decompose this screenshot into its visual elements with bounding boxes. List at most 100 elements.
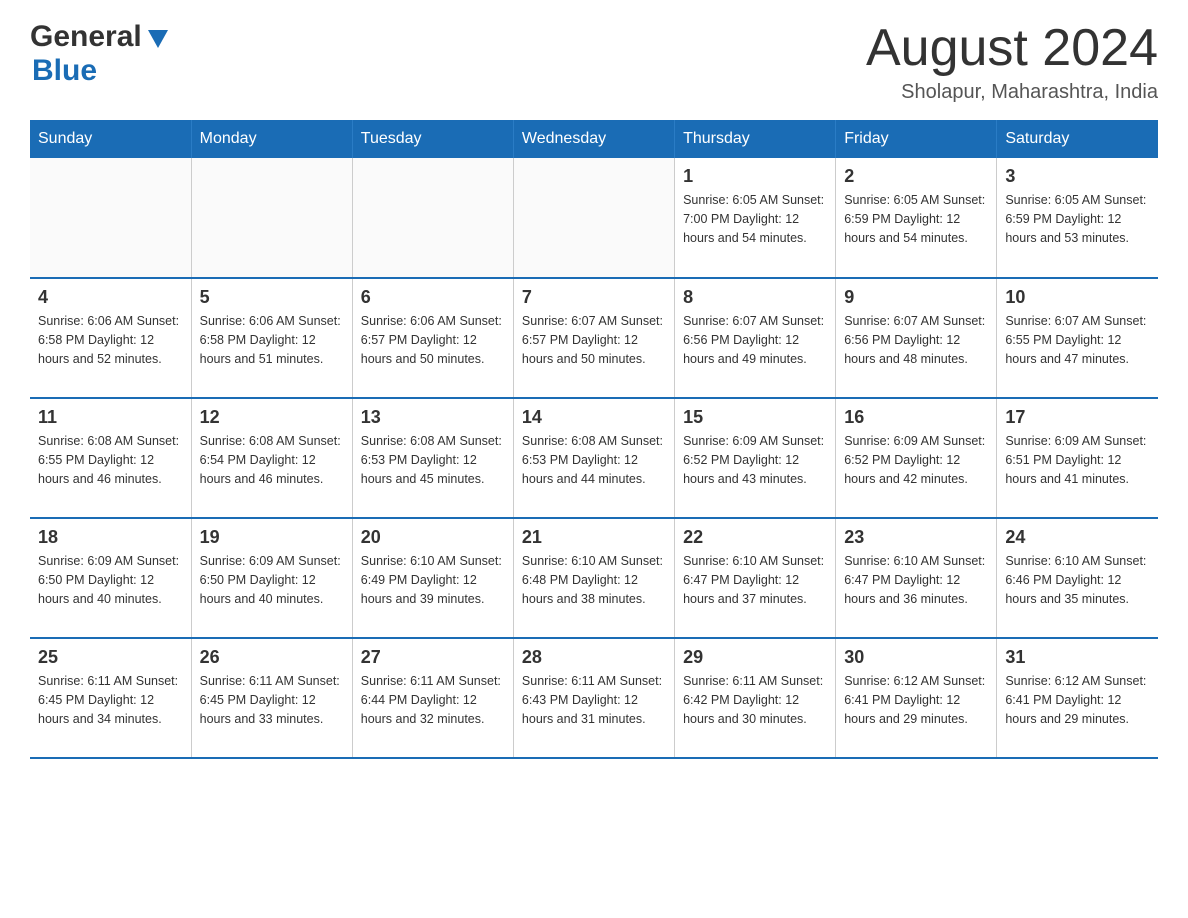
day-info: Sunrise: 6:05 AM Sunset: 6:59 PM Dayligh… [844, 191, 988, 247]
calendar-cell: 5 Sunrise: 6:06 AM Sunset: 6:58 PM Daylig… [191, 278, 352, 398]
header-tuesday: Tuesday [352, 120, 513, 158]
header-wednesday: Wednesday [513, 120, 674, 158]
calendar-header-row: SundayMondayTuesdayWednesdayThursdayFrid… [30, 120, 1158, 158]
day-number: 21 [522, 527, 666, 548]
day-number: 7 [522, 287, 666, 308]
day-info: Sunrise: 6:10 AM Sunset: 6:49 PM Dayligh… [361, 552, 505, 608]
day-info: Sunrise: 6:11 AM Sunset: 6:45 PM Dayligh… [38, 672, 183, 728]
calendar-cell: 9 Sunrise: 6:07 AM Sunset: 6:56 PM Daylig… [836, 278, 997, 398]
calendar-cell: 15 Sunrise: 6:09 AM Sunset: 6:52 PM Dayli… [675, 398, 836, 518]
logo-blue-text: Blue [32, 54, 97, 87]
calendar-cell: 20 Sunrise: 6:10 AM Sunset: 6:49 PM Dayli… [352, 518, 513, 638]
calendar-cell: 6Sunrise: 6:06 AM Sunset: 6:57 PM Daylig… [352, 278, 513, 398]
day-number: 14 [522, 407, 666, 428]
calendar-cell: 8 Sunrise: 6:07 AM Sunset: 6:56 PM Daylig… [675, 278, 836, 398]
day-number: 24 [1005, 527, 1150, 548]
calendar-cell: 2 Sunrise: 6:05 AM Sunset: 6:59 PM Daylig… [836, 158, 997, 278]
day-info: Sunrise: 6:11 AM Sunset: 6:43 PM Dayligh… [522, 672, 666, 728]
calendar-cell: 23 Sunrise: 6:10 AM Sunset: 6:47 PM Dayli… [836, 518, 997, 638]
day-number: 28 [522, 647, 666, 668]
calendar-cell: 25Sunrise: 6:11 AM Sunset: 6:45 PM Dayli… [30, 638, 191, 758]
day-info: Sunrise: 6:06 AM Sunset: 6:58 PM Dayligh… [200, 312, 344, 368]
day-info: Sunrise: 6:07 AM Sunset: 6:57 PM Dayligh… [522, 312, 666, 368]
calendar-cell: 3 Sunrise: 6:05 AM Sunset: 6:59 PM Daylig… [997, 158, 1158, 278]
header-sunday: Sunday [30, 120, 191, 158]
calendar-table: SundayMondayTuesdayWednesdayThursdayFrid… [30, 120, 1158, 759]
day-info: Sunrise: 6:12 AM Sunset: 6:41 PM Dayligh… [844, 672, 988, 728]
calendar-cell: 17Sunrise: 6:09 AM Sunset: 6:51 PM Dayli… [997, 398, 1158, 518]
page-header: General Blue August 2024 Sholapur, Mahar… [30, 20, 1158, 104]
title-block: August 2024 Sholapur, Maharashtra, India [866, 20, 1158, 104]
day-number: 26 [200, 647, 344, 668]
day-info: Sunrise: 6:08 AM Sunset: 6:53 PM Dayligh… [522, 432, 666, 488]
header-monday: Monday [191, 120, 352, 158]
calendar-cell: 21Sunrise: 6:10 AM Sunset: 6:48 PM Dayli… [513, 518, 674, 638]
logo-triangle-icon [144, 24, 172, 52]
calendar-cell [30, 158, 191, 278]
day-number: 1 [683, 166, 827, 187]
day-info: Sunrise: 6:11 AM Sunset: 6:45 PM Dayligh… [200, 672, 344, 728]
day-number: 10 [1005, 287, 1150, 308]
calendar-cell: 29Sunrise: 6:11 AM Sunset: 6:42 PM Dayli… [675, 638, 836, 758]
calendar-cell: 19 Sunrise: 6:09 AM Sunset: 6:50 PM Dayli… [191, 518, 352, 638]
day-number: 2 [844, 166, 988, 187]
calendar-cell: 24Sunrise: 6:10 AM Sunset: 6:46 PM Dayli… [997, 518, 1158, 638]
calendar-cell [191, 158, 352, 278]
calendar-cell: 18Sunrise: 6:09 AM Sunset: 6:50 PM Dayli… [30, 518, 191, 638]
day-info: Sunrise: 6:07 AM Sunset: 6:56 PM Dayligh… [683, 312, 827, 368]
day-number: 16 [844, 407, 988, 428]
day-number: 30 [844, 647, 988, 668]
day-number: 23 [844, 527, 988, 548]
calendar-cell: 11Sunrise: 6:08 AM Sunset: 6:55 PM Dayli… [30, 398, 191, 518]
day-number: 4 [38, 287, 183, 308]
calendar-cell: 14 Sunrise: 6:08 AM Sunset: 6:53 PM Dayli… [513, 398, 674, 518]
day-info: Sunrise: 6:08 AM Sunset: 6:53 PM Dayligh… [361, 432, 505, 488]
day-number: 20 [361, 527, 505, 548]
day-info: Sunrise: 6:10 AM Sunset: 6:47 PM Dayligh… [683, 552, 827, 608]
calendar-cell: 27 Sunrise: 6:11 AM Sunset: 6:44 PM Dayli… [352, 638, 513, 758]
day-number: 27 [361, 647, 505, 668]
calendar-week-row: 25Sunrise: 6:11 AM Sunset: 6:45 PM Dayli… [30, 638, 1158, 758]
day-info: Sunrise: 6:09 AM Sunset: 6:52 PM Dayligh… [844, 432, 988, 488]
day-info: Sunrise: 6:11 AM Sunset: 6:44 PM Dayligh… [361, 672, 505, 728]
day-number: 13 [361, 407, 505, 428]
day-info: Sunrise: 6:05 AM Sunset: 7:00 PM Dayligh… [683, 191, 827, 247]
day-number: 9 [844, 287, 988, 308]
day-number: 15 [683, 407, 827, 428]
calendar-cell: 31 Sunrise: 6:12 AM Sunset: 6:41 PM Dayli… [997, 638, 1158, 758]
day-number: 8 [683, 287, 827, 308]
calendar-cell: 1 Sunrise: 6:05 AM Sunset: 7:00 PM Daylig… [675, 158, 836, 278]
calendar-cell [513, 158, 674, 278]
day-info: Sunrise: 6:05 AM Sunset: 6:59 PM Dayligh… [1005, 191, 1150, 247]
header-saturday: Saturday [997, 120, 1158, 158]
day-info: Sunrise: 6:06 AM Sunset: 6:58 PM Dayligh… [38, 312, 183, 368]
calendar-cell: 13 Sunrise: 6:08 AM Sunset: 6:53 PM Dayli… [352, 398, 513, 518]
day-info: Sunrise: 6:07 AM Sunset: 6:55 PM Dayligh… [1005, 312, 1150, 368]
calendar-cell: 22Sunrise: 6:10 AM Sunset: 6:47 PM Dayli… [675, 518, 836, 638]
day-info: Sunrise: 6:09 AM Sunset: 6:51 PM Dayligh… [1005, 432, 1150, 488]
calendar-week-row: 18Sunrise: 6:09 AM Sunset: 6:50 PM Dayli… [30, 518, 1158, 638]
day-number: 11 [38, 407, 183, 428]
day-info: Sunrise: 6:09 AM Sunset: 6:50 PM Dayligh… [38, 552, 183, 608]
calendar-cell: 4 Sunrise: 6:06 AM Sunset: 6:58 PM Daylig… [30, 278, 191, 398]
day-info: Sunrise: 6:08 AM Sunset: 6:54 PM Dayligh… [200, 432, 344, 488]
logo-general-text: General [30, 20, 142, 54]
day-info: Sunrise: 6:12 AM Sunset: 6:41 PM Dayligh… [1005, 672, 1150, 728]
day-number: 31 [1005, 647, 1150, 668]
calendar-cell: 28 Sunrise: 6:11 AM Sunset: 6:43 PM Dayli… [513, 638, 674, 758]
day-number: 5 [200, 287, 344, 308]
calendar-week-row: 1 Sunrise: 6:05 AM Sunset: 7:00 PM Daylig… [30, 158, 1158, 278]
calendar-cell: 7 Sunrise: 6:07 AM Sunset: 6:57 PM Daylig… [513, 278, 674, 398]
header-friday: Friday [836, 120, 997, 158]
day-number: 19 [200, 527, 344, 548]
day-info: Sunrise: 6:07 AM Sunset: 6:56 PM Dayligh… [844, 312, 988, 368]
day-number: 3 [1005, 166, 1150, 187]
day-info: Sunrise: 6:10 AM Sunset: 6:47 PM Dayligh… [844, 552, 988, 608]
calendar-cell: 30 Sunrise: 6:12 AM Sunset: 6:41 PM Dayli… [836, 638, 997, 758]
calendar-cell: 10 Sunrise: 6:07 AM Sunset: 6:55 PM Dayli… [997, 278, 1158, 398]
header-thursday: Thursday [675, 120, 836, 158]
day-info: Sunrise: 6:09 AM Sunset: 6:52 PM Dayligh… [683, 432, 827, 488]
calendar-cell: 26 Sunrise: 6:11 AM Sunset: 6:45 PM Dayli… [191, 638, 352, 758]
day-info: Sunrise: 6:11 AM Sunset: 6:42 PM Dayligh… [683, 672, 827, 728]
day-info: Sunrise: 6:09 AM Sunset: 6:50 PM Dayligh… [200, 552, 344, 608]
